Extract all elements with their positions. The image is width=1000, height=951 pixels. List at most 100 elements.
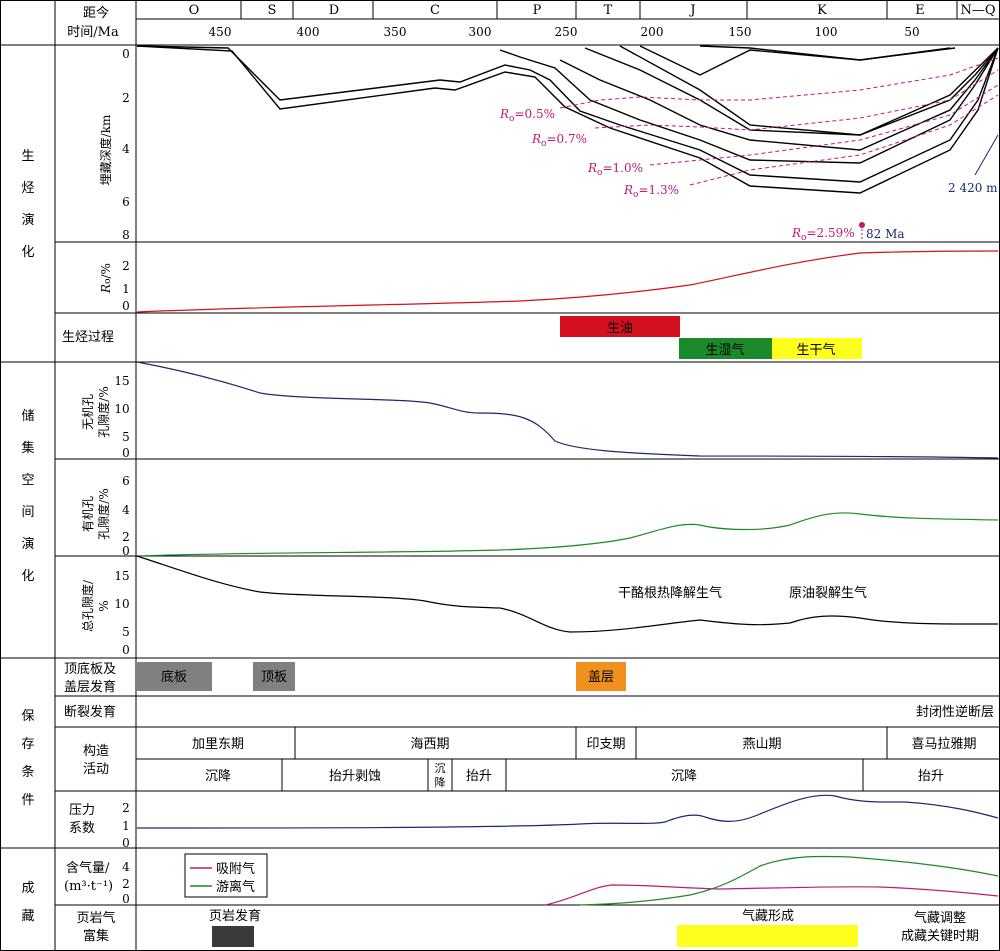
- stage-reservoir-formation: 气藏形成: [742, 908, 794, 924]
- burial-ytick-0: 0: [122, 47, 130, 61]
- move-subsidence-2a: 沉: [435, 762, 446, 775]
- fault-label: 断裂发育: [64, 704, 116, 720]
- accumulation-panel: 含气量/ (m³·t⁻¹) 4 2 0 吸附气 游离气 页岩气 富集 页岩发育 …: [64, 853, 999, 947]
- ro-ytick-2: 2: [122, 259, 130, 273]
- period-k: K: [817, 3, 827, 18]
- time-axis-label: 时间/Ma: [67, 25, 119, 40]
- inorg-ytick-0: 0: [122, 446, 130, 460]
- total-ytick-5: 5: [122, 625, 130, 639]
- phase-hercynian: 海西期: [410, 737, 449, 752]
- roof-box-text: 顶板: [261, 670, 287, 685]
- org-ytick-6: 6: [122, 474, 130, 488]
- inorg-ytick-15: 15: [114, 374, 129, 388]
- tick-100: 100: [815, 25, 838, 39]
- burial-ylabel: 埋藏深度/km: [98, 114, 113, 185]
- depth-leader: [974, 134, 999, 176]
- pressure-ytick-0: 0: [122, 836, 130, 850]
- dry-gas-text: 生干气: [796, 342, 835, 358]
- inorganic-curve: [136, 361, 999, 459]
- org-ylabel-2: 孔隙度/%: [96, 488, 111, 539]
- pres-char-4: 件: [21, 793, 34, 808]
- burial-ytick-8: 8: [122, 228, 130, 242]
- total-ytick-10: 10: [114, 597, 129, 611]
- ro-label-10: Ro=1.0%: [587, 161, 643, 178]
- tick-350: 350: [384, 25, 407, 39]
- gen-char-3: 演: [21, 212, 34, 228]
- fault-text: 封闭性逆断层: [916, 704, 994, 720]
- burial-line-4: [559, 47, 999, 151]
- tectonic-label-2: 活动: [83, 762, 109, 777]
- ro-ylabel: Ro/%: [99, 263, 113, 294]
- distance-label: 距今: [83, 5, 109, 21]
- ann-kerogen: 干酪根热降解生气: [618, 585, 722, 601]
- basin-evolution-diagram: 距今 时间/Ma O S D C P T J K E N—Q 450 400 3…: [0, 0, 1000, 951]
- res-char-5: 演: [21, 536, 34, 552]
- total-ylabel-2: %: [97, 600, 111, 611]
- res-char-4: 间: [21, 505, 34, 520]
- time-header: 距今 时间/Ma O S D C P T J K E N—Q 450 400 3…: [67, 3, 995, 40]
- gen-process-label: 生烃过程: [62, 330, 114, 345]
- period-nq: N—Q: [960, 3, 995, 18]
- ro-panel: Ro/% 2 1 0: [99, 250, 999, 313]
- pressure-ytick-1: 1: [122, 819, 130, 833]
- tick-250: 250: [555, 25, 578, 39]
- gen-char-2: 烃: [21, 181, 34, 196]
- pressure-label-1: 压力: [69, 803, 95, 818]
- gas-ytick-2: 2: [122, 877, 130, 891]
- legend-free-text: 游离气: [216, 879, 255, 895]
- pressure-curve: [136, 794, 999, 829]
- stage-shale-development: 页岩发育: [209, 908, 261, 924]
- ro-ytick-0: 0: [122, 299, 130, 313]
- org-ylabel-1: 有机孔: [81, 496, 95, 532]
- stage-critical-period: 成藏关键时期: [901, 929, 979, 944]
- pres-char-3: 条: [21, 764, 34, 780]
- period-d: D: [329, 3, 339, 18]
- rich-label-1: 页岩气: [76, 910, 115, 926]
- burial-ytick-2: 2: [122, 91, 130, 105]
- roof-floor-label-2: 盖层发育: [64, 679, 116, 695]
- preservation-panel: 顶底板及 盖层发育 底板 顶板 盖层 断裂发育 封闭性逆断层 构造 活动 加里东…: [64, 661, 999, 850]
- inorg-ytick-5: 5: [122, 430, 130, 444]
- move-uplift-2: 抬升: [918, 769, 944, 784]
- period-p: P: [533, 3, 542, 18]
- pres-char-2: 存: [21, 737, 34, 752]
- burial-line-2: [136, 45, 999, 183]
- total-porosity-panel: 总孔隙度/ % 15 10 5 0 干酪根热降解生气 原油裂解生气: [80, 555, 999, 657]
- burial-line-6: [619, 45, 999, 136]
- organic-curve: [136, 512, 999, 557]
- ro-curve: [136, 250, 999, 313]
- org-ytick-2: 2: [122, 530, 130, 544]
- roof-floor-label-1: 顶底板及: [64, 661, 116, 677]
- pres-char-1: 保: [21, 709, 34, 724]
- depth-2420m: 2 420 m: [948, 181, 998, 195]
- ann-oil-crack: 原油裂解生气: [789, 585, 867, 601]
- cap-box-text: 盖层: [588, 670, 614, 685]
- wet-gas-text: 生湿气: [705, 342, 744, 358]
- rich-label-2: 富集: [83, 928, 109, 944]
- inorganic-porosity-panel: 无机孔 孔隙度/% 15 10 5 0: [81, 361, 999, 460]
- move-subsidence-3: 沉降: [671, 769, 697, 784]
- tick-50: 50: [904, 25, 919, 39]
- tick-300: 300: [469, 25, 492, 39]
- period-s: S: [268, 3, 277, 18]
- free-gas-curve: [579, 855, 999, 906]
- move-subsidence-1: 沉降: [205, 769, 231, 784]
- period-e: E: [915, 3, 925, 18]
- period-o: O: [189, 3, 200, 18]
- ro-ytick-1: 1: [122, 282, 130, 296]
- period-j: J: [688, 3, 695, 18]
- tectonic-label-1: 构造: [83, 744, 109, 759]
- phase-indosinian: 印支期: [586, 737, 625, 752]
- adsorbed-gas-curve: [544, 884, 999, 906]
- stage-adjustment: 气藏调整: [914, 910, 966, 926]
- res-char-3: 空: [21, 473, 34, 488]
- ro-label-07: Ro=0.7%: [531, 132, 587, 149]
- res-char-2: 集: [21, 440, 34, 456]
- tick-400: 400: [297, 25, 320, 39]
- ro-label-05: Ro=0.5%: [499, 107, 555, 124]
- age-82ma: 82 Ma: [866, 227, 905, 241]
- acc-char-2: 藏: [21, 909, 34, 924]
- pressure-label-2: 系数: [69, 821, 95, 836]
- reservoir-formation-bar: [677, 925, 858, 947]
- total-ylabel-1: 总孔隙度/: [80, 579, 95, 632]
